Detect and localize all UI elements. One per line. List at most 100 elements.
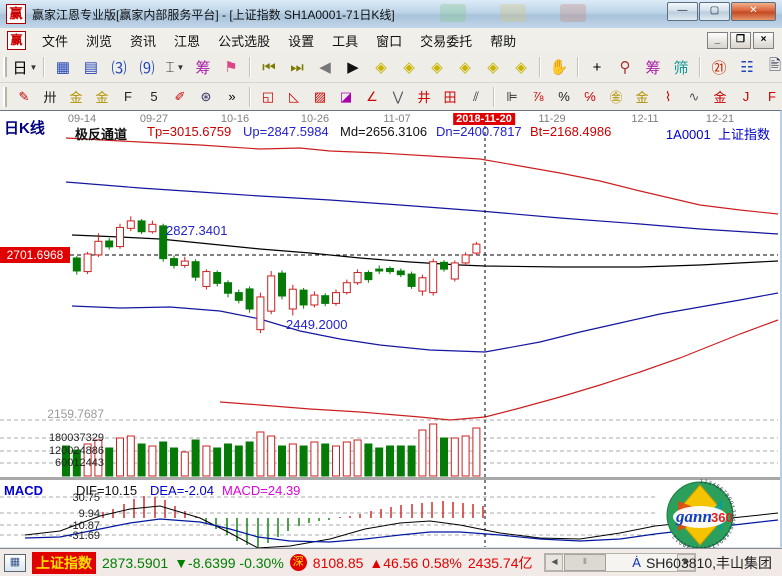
angle-f-tool[interactable]: F (760, 85, 782, 108)
glass-reflection (440, 4, 466, 22)
wave-tool[interactable]: ∿ (682, 85, 706, 108)
menu-item-帮助[interactable]: 帮助 (481, 28, 525, 53)
current-price-marker: 2701.6968 (0, 247, 70, 263)
compass-tool[interactable]: ✐ (168, 85, 192, 108)
title-bar: 赢 赢家江恩专业版[赢家内部服务平台] - [上证指数 SH1A0001-71日… (0, 0, 782, 29)
gold-hash-tool-1[interactable]: 金 (64, 85, 88, 108)
percent-tool[interactable]: % (552, 85, 576, 108)
bars-9-icon[interactable]: ⑼ (134, 54, 160, 80)
first-page-button[interactable]: ⏮ (256, 54, 282, 80)
color-flag-icon[interactable]: ⚑ (218, 54, 244, 80)
calculator-icon[interactable]: ☷ (734, 54, 760, 80)
percent7-tool[interactable]: ⅞ (526, 85, 550, 108)
bars-3-icon[interactable]: ⑶ (106, 54, 132, 80)
toolbar-separator (43, 57, 45, 77)
menu-item-工具[interactable]: 工具 (323, 28, 367, 53)
macd-value: MACD=24.39 (222, 483, 300, 498)
toolbar-grip[interactable] (3, 57, 7, 77)
date-tick: 09-14 (68, 113, 96, 125)
toolbar-grip[interactable] (3, 87, 7, 107)
drawing-toolbar: ✎卅金金F5✐⊛»◱◺▨◪∠⋁井田⫽⊫⅞%℅㊎金⌇∿金JF金神赢四 (0, 83, 782, 111)
indicator-name[interactable]: 极反通道 (75, 124, 127, 143)
gann-box-tool[interactable]: ▨ (308, 85, 332, 108)
pane-label: 日K线 (4, 117, 45, 138)
chip-tool-icon[interactable]: 筹 (640, 54, 666, 80)
status-stock-code[interactable]: SH603810,丰山集团 (646, 553, 772, 573)
five-hash-tool[interactable]: 5 (142, 85, 166, 108)
compress-right-button[interactable]: ◈ (396, 54, 422, 80)
maximize-button[interactable]: ▢ (699, 2, 730, 21)
period-daily-button[interactable]: 日▼ (12, 54, 38, 80)
grid-well-tool[interactable]: 井 (412, 85, 436, 108)
menu-item-资讯[interactable]: 资讯 (121, 28, 165, 53)
scroll-left-arrow[interactable]: ◀ (545, 554, 563, 571)
angle-j-tool[interactable]: J (734, 85, 758, 108)
price-axis-label: 2159.7687 (8, 407, 104, 421)
chip-distribution-icon[interactable]: 筹 (190, 54, 216, 80)
percent-line-tool[interactable]: ℅ (578, 85, 602, 108)
menu-item-公式选股[interactable]: 公式选股 (209, 28, 279, 53)
sieve-tool-icon[interactable]: 筛 (668, 54, 694, 80)
mdi-minimize-button[interactable]: _ (707, 32, 728, 49)
toolbar-separator (699, 57, 701, 77)
logo-word: gann (675, 507, 712, 526)
gold-under-tool[interactable]: 金 (708, 85, 732, 108)
toolbar-separator (249, 87, 251, 107)
menu-item-设置[interactable]: 设置 (279, 28, 323, 53)
candle-style-button[interactable]: ⌶▼ (162, 54, 188, 80)
hash-grid-tool[interactable]: 卅 (38, 85, 62, 108)
gold-circle-tool[interactable]: ㊎ (604, 85, 628, 108)
brush-candle-tool[interactable]: ⌇ (656, 85, 680, 108)
prev-button[interactable]: ◀ (312, 54, 338, 80)
gann-fan-tool[interactable]: ◺ (282, 85, 306, 108)
date-tick: 12-21 (706, 113, 734, 125)
compress-left-button[interactable]: ◈ (368, 54, 394, 80)
quote-grid-icon[interactable]: ▦ (4, 554, 26, 572)
next-button[interactable]: ▶ (340, 54, 366, 80)
gold-line-tool[interactable]: 金 (630, 85, 654, 108)
mdi-close-button[interactable]: × (753, 32, 774, 49)
zoom-out-button[interactable]: ◈ (480, 54, 506, 80)
chart-area[interactable]: 日K线 极反通道 1A0001 上证指数 2701.6968 2827.3401… (0, 110, 782, 547)
menu-item-江恩[interactable]: 江恩 (165, 28, 209, 53)
dropdown-arrow-icon[interactable]: ▼ (177, 63, 185, 72)
info-note-icon[interactable]: ▤ (78, 54, 104, 80)
last-page-button[interactable]: ⏭ (284, 54, 310, 80)
parallel-lines-tool[interactable]: ⫽ (464, 85, 488, 108)
menu-item-交易委托[interactable]: 交易委托 (411, 28, 481, 53)
menu-item-浏览[interactable]: 浏览 (77, 28, 121, 53)
magnifier-button[interactable]: ⚲ (612, 54, 638, 80)
crosshair-button[interactable]: + (584, 54, 610, 80)
macd-axis-label: 30.75 (4, 492, 100, 504)
status-index-name[interactable]: 上证指数 (32, 552, 96, 574)
gold-hash-tool-2[interactable]: 金 (90, 85, 114, 108)
cycle-tool[interactable]: ⊛ (194, 85, 218, 108)
eraser-pen-tool[interactable]: ✎ (12, 85, 36, 108)
notes-icon[interactable]: 🖹 (762, 54, 782, 80)
f-hash-tool[interactable]: F (116, 85, 140, 108)
gann-shade-tool[interactable]: ◪ (334, 85, 358, 108)
toolbar-separator (493, 87, 495, 107)
grid-field-tool[interactable]: 田 (438, 85, 462, 108)
expand-both-button[interactable]: ◈ (452, 54, 478, 80)
minimize-button[interactable]: — (667, 2, 698, 21)
glass-reflection (560, 4, 586, 22)
compress-both-button[interactable]: ◈ (424, 54, 450, 80)
scroll-thumb[interactable]: ⫴ (564, 554, 606, 571)
scale-tool[interactable]: ⊫ (500, 85, 524, 108)
status-turnover: 2435.74亿 (468, 553, 533, 573)
dropdown-arrow-icon[interactable]: ▼ (30, 63, 38, 72)
v-lines-tool[interactable]: ⋁ (386, 85, 410, 108)
pan-hand-button[interactable]: ✋ (546, 54, 572, 80)
net-grid-icon[interactable]: ▦ (50, 54, 76, 80)
calendar-icon[interactable]: ㉑ (706, 54, 732, 80)
zoom-in-button[interactable]: ◈ (508, 54, 534, 80)
menu-bar: 赢 文件浏览资讯江恩公式选股设置工具窗口交易委托帮助 _❐× (0, 28, 782, 53)
menu-item-文件[interactable]: 文件 (33, 28, 77, 53)
more-tools-button[interactable]: » (220, 85, 244, 108)
menu-item-窗口[interactable]: 窗口 (367, 28, 411, 53)
gann-square-tool[interactable]: ◱ (256, 85, 280, 108)
angle-lines-tool[interactable]: ∠ (360, 85, 384, 108)
close-button[interactable]: ✕ (731, 2, 776, 21)
mdi-restore-button[interactable]: ❐ (730, 32, 751, 49)
